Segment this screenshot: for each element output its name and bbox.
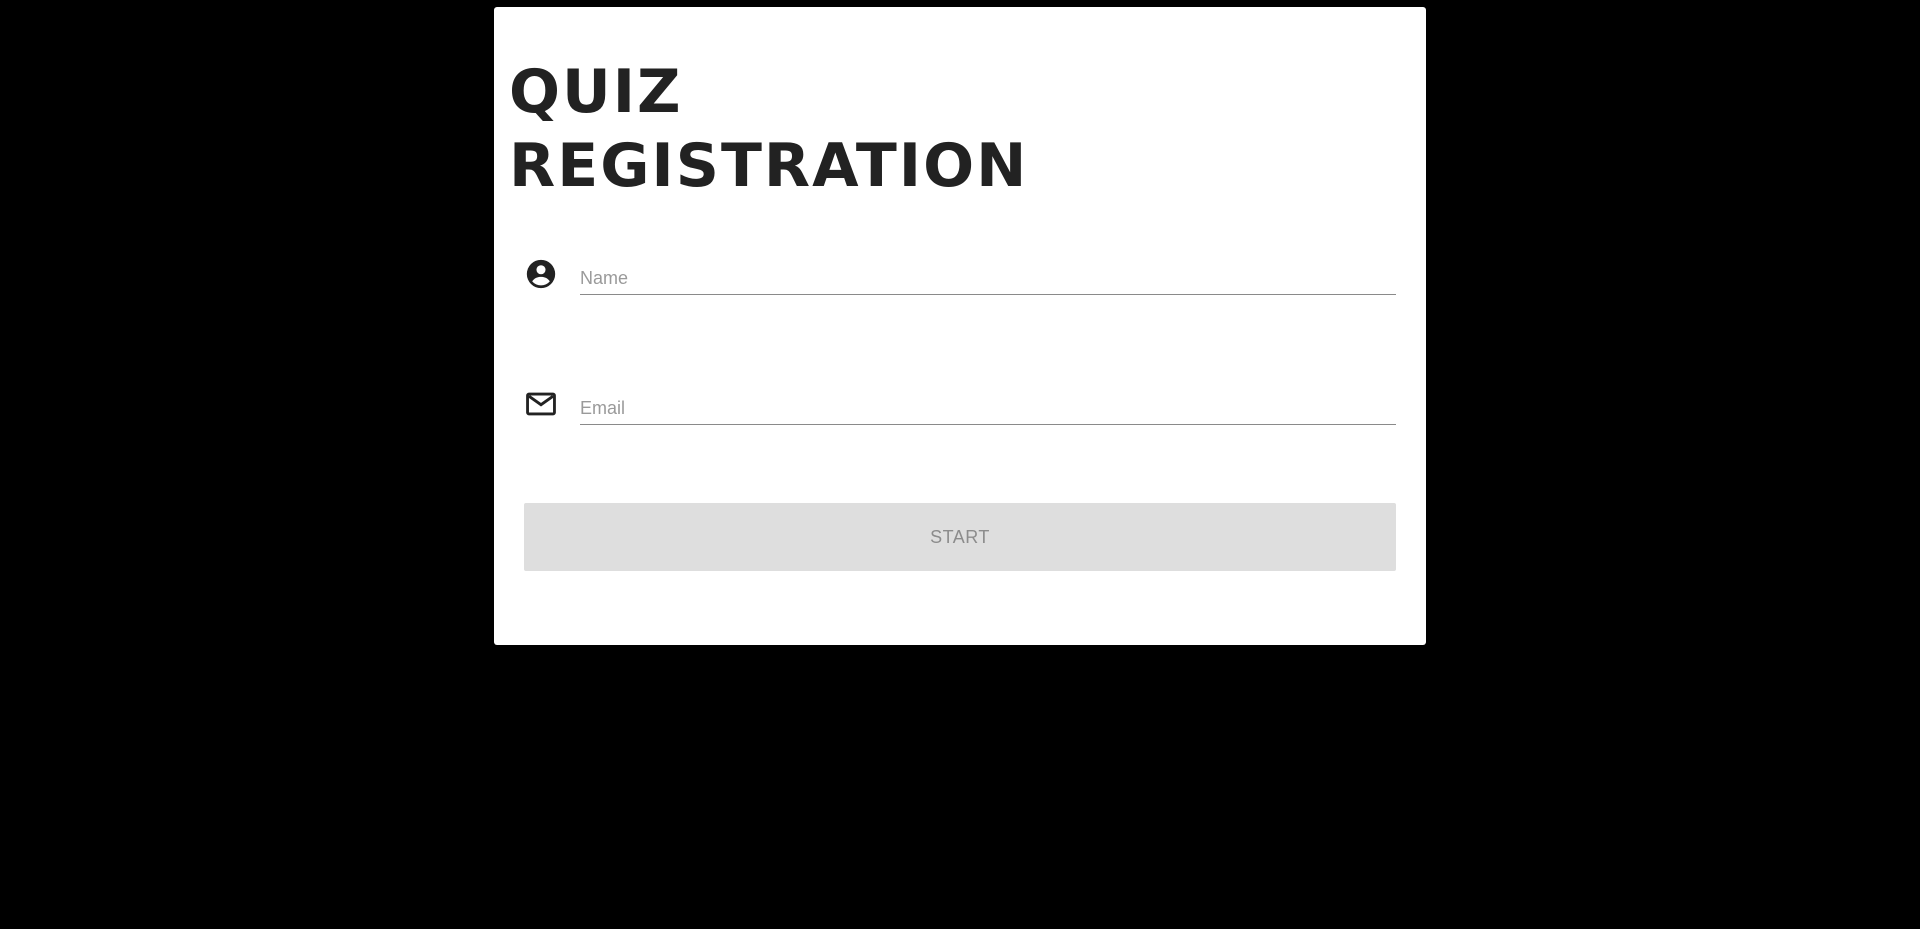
- account-circle-icon: [524, 257, 558, 291]
- email-input[interactable]: [580, 379, 1396, 425]
- registration-card: QUIZ REGISTRATION START: [494, 7, 1426, 645]
- name-input[interactable]: [580, 249, 1396, 295]
- title-line-2: REGISTRATION: [509, 131, 1029, 201]
- page-title: QUIZ REGISTRATION: [509, 55, 1028, 203]
- title-line-1: QUIZ: [509, 57, 683, 127]
- mail-icon: [524, 387, 558, 421]
- email-field-row: [524, 379, 1396, 427]
- start-button[interactable]: START: [524, 503, 1396, 571]
- name-field-row: [524, 249, 1396, 297]
